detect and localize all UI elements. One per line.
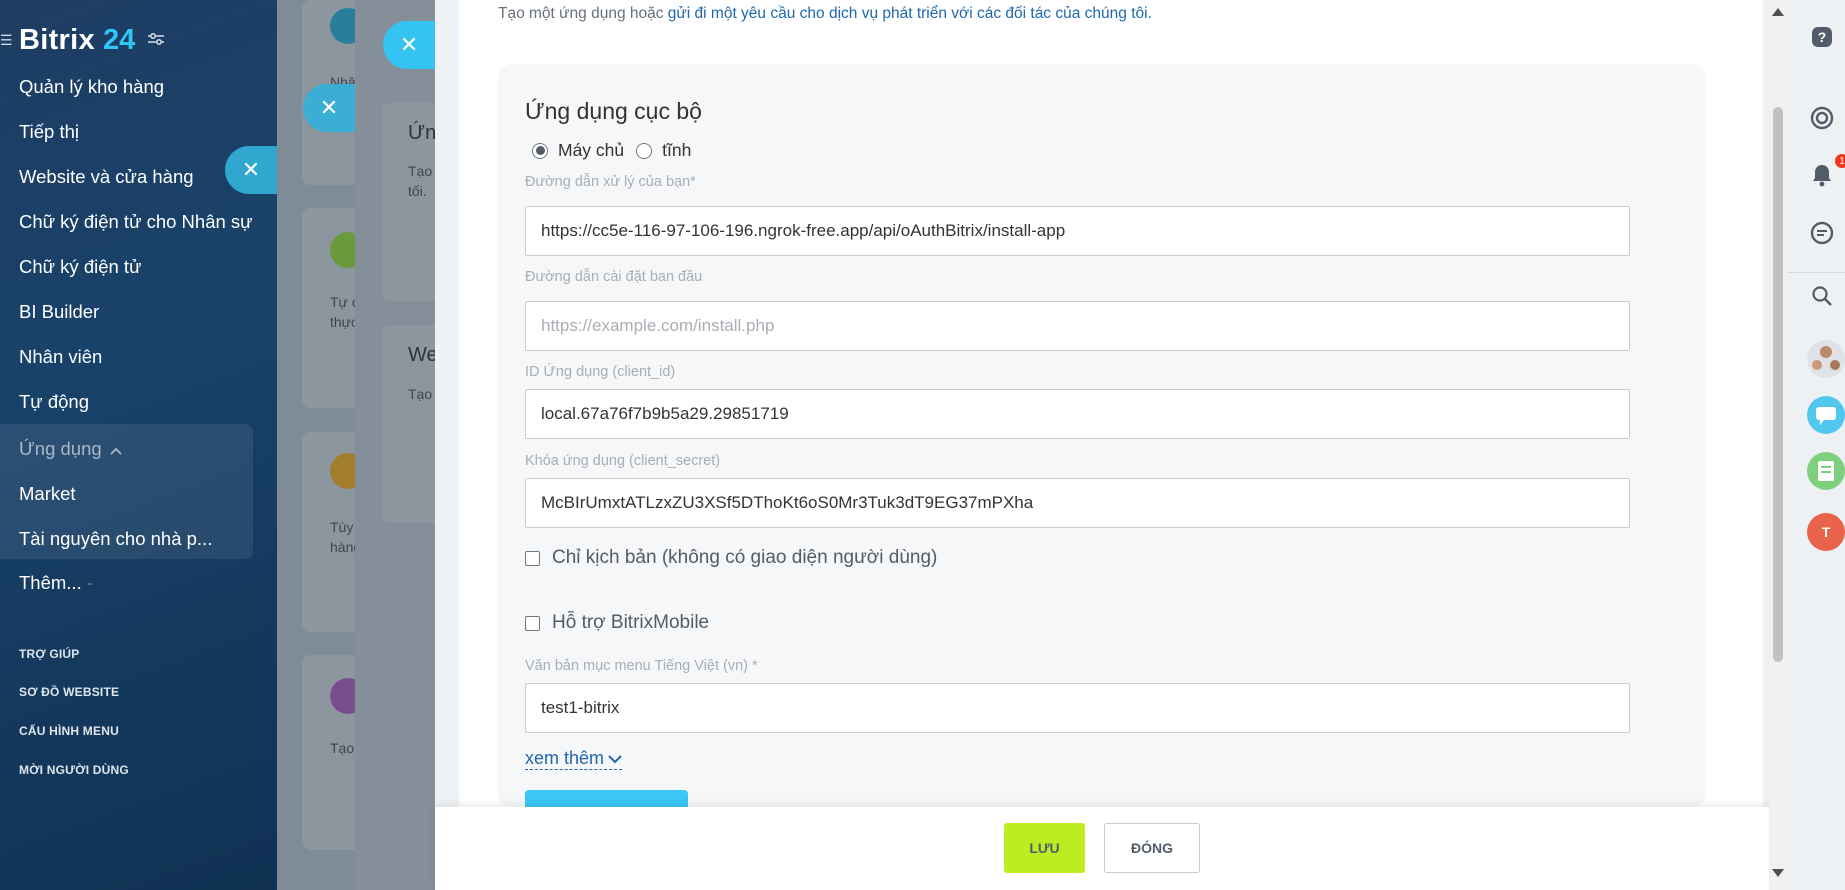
search-icon[interactable] bbox=[1807, 281, 1837, 311]
client-secret-label: Khóa ứng dụng (client_secret) bbox=[525, 453, 721, 469]
script-only-checkbox-row[interactable]: Chỉ kịch bản (không có giao diện người d… bbox=[525, 547, 937, 569]
sidebar-more-label: Thêm... bbox=[19, 572, 82, 593]
user-avatar[interactable]: T bbox=[1807, 513, 1845, 551]
radio-server-label[interactable]: Máy chủ bbox=[558, 140, 624, 161]
slider-close-button[interactable]: ✕ bbox=[225, 146, 277, 194]
sidebar-item-market[interactable]: Market bbox=[19, 483, 76, 505]
scroll-thumb[interactable] bbox=[1773, 107, 1783, 662]
partner-request-link[interactable]: gửi đi một yêu cầu cho dịch vụ phát triể… bbox=[668, 5, 1152, 22]
sidebar-item-warehouse[interactable]: Quản lý kho hàng bbox=[19, 76, 164, 98]
notifications-bell-icon[interactable] bbox=[1807, 160, 1837, 190]
sidebar-item-sites-stores[interactable]: Website và cửa hàng bbox=[19, 166, 194, 188]
chat-icon[interactable] bbox=[1807, 218, 1837, 248]
install-path-label: Đường dẫn cài đặt ban đầu bbox=[525, 269, 703, 285]
footer-link-help[interactable]: TRỢ GIÚP bbox=[19, 647, 80, 661]
bg-text: tối. bbox=[408, 183, 427, 199]
svg-text:?: ? bbox=[1818, 29, 1827, 45]
handler-path-input[interactable]: https://cc5e-116-97-106-196.ngrok-free.a… bbox=[525, 206, 1630, 256]
tasks-list-icon[interactable] bbox=[1807, 452, 1845, 490]
sidebar-item-automation[interactable]: Tự động bbox=[19, 391, 89, 413]
bg-text: Tạo bbox=[330, 740, 355, 756]
close-icon: ✕ bbox=[241, 157, 261, 182]
script-only-label[interactable]: Chỉ kịch bản (không có giao diện người d… bbox=[552, 547, 937, 569]
scroll-down-arrow-icon[interactable] bbox=[1772, 869, 1784, 877]
chevron-down-icon bbox=[608, 748, 622, 769]
footer-link-invite-users[interactable]: MỜI NGƯỜI DÙNG bbox=[19, 763, 129, 777]
bottom-action-bar: LƯU ĐÓNG bbox=[435, 807, 1787, 890]
bitrix-mobile-checkbox[interactable] bbox=[525, 615, 540, 631]
sidebar-item-employees[interactable]: Nhân viên bbox=[19, 346, 102, 368]
sidebar-item-marketing[interactable]: Tiếp thị bbox=[19, 121, 79, 143]
sidebar-item-more[interactable]: Thêm... - bbox=[19, 572, 92, 594]
slider-close-button[interactable]: ✕ bbox=[303, 84, 355, 132]
sidebar-apps-label: Ứng dụng bbox=[19, 438, 102, 459]
close-icon: ✕ bbox=[319, 95, 339, 120]
show-more-label[interactable]: xem thêm bbox=[525, 748, 604, 769]
footer-link-sitemap[interactable]: SƠ ĐỒ WEBSITE bbox=[19, 685, 119, 699]
radio-static-label[interactable]: tĩnh bbox=[662, 140, 691, 161]
intro-text: Tạo một ứng dụng hoặc gửi đi một yêu cầu… bbox=[498, 5, 1152, 23]
client-id-label: ID Ứng dụng (client_id) bbox=[525, 364, 676, 380]
radio-static[interactable] bbox=[636, 142, 653, 159]
client-id-input[interactable]: local.67a76f7b9b5a29.29851719 bbox=[525, 389, 1630, 439]
left-sidebar: ☰ Bitrix 24 Quản lý kho hàng Tiếp thị We… bbox=[0, 0, 277, 890]
save-button[interactable]: LƯU bbox=[1004, 823, 1085, 873]
bitrix-mobile-label[interactable]: Hỗ trợ BitrixMobile bbox=[552, 612, 709, 634]
menu-text-label: Văn bản mục menu Tiếng Việt (vn) * bbox=[525, 658, 758, 674]
activity-stream-icon[interactable] bbox=[1807, 103, 1837, 133]
settings-sliders-icon[interactable] bbox=[147, 30, 165, 51]
sidebar-item-dev-resources[interactable]: Tài nguyên cho nhà p... bbox=[19, 528, 212, 550]
chevron-up-icon bbox=[110, 438, 122, 460]
script-only-checkbox[interactable] bbox=[525, 550, 540, 566]
help-icon[interactable]: ? bbox=[1807, 22, 1837, 52]
notification-count-badge: 1 bbox=[1835, 154, 1845, 168]
install-path-input[interactable]: https://example.com/install.php bbox=[525, 301, 1630, 351]
local-app-slider: Tạo một ứng dụng hoặc gửi đi một yêu cầu… bbox=[435, 0, 1787, 890]
app-type-radio-group: Máy chủ tĩnh bbox=[532, 140, 691, 161]
form-title: Ứng dụng cục bộ bbox=[525, 98, 702, 124]
group-avatar[interactable] bbox=[1807, 340, 1845, 378]
close-button[interactable]: ĐÓNG bbox=[1104, 823, 1200, 873]
bg-title: We bbox=[408, 344, 438, 366]
rail-divider bbox=[1787, 272, 1845, 273]
bg-title: Ứn bbox=[408, 122, 437, 144]
footer-link-menu-config[interactable]: CẤU HÌNH MENU bbox=[19, 724, 119, 738]
sidebar-item-bi-builder[interactable]: BI Builder bbox=[19, 301, 99, 323]
bg-text: Tạo bbox=[408, 386, 433, 402]
handler-path-label: Đường dẫn xử lý của bạn* bbox=[525, 174, 696, 190]
bg-text: Tạo bbox=[408, 163, 433, 179]
show-more-link[interactable]: xem thêm bbox=[525, 748, 623, 770]
brand-number: 24 bbox=[102, 23, 136, 56]
open-channels-icon[interactable] bbox=[1807, 396, 1845, 434]
slider-close-button[interactable]: ✕ bbox=[383, 21, 435, 69]
scroll-up-arrow-icon[interactable] bbox=[1772, 8, 1784, 16]
bg-text: thực bbox=[330, 314, 359, 330]
sidebar-item-hr-esign[interactable]: Chữ ký điện tử cho Nhân sự bbox=[19, 211, 253, 233]
menu-burger-icon[interactable]: ☰ bbox=[0, 32, 13, 49]
brand-name: Bitrix bbox=[19, 23, 95, 56]
logo[interactable]: ☰ Bitrix 24 bbox=[0, 22, 165, 58]
right-rail: ? 1 T bbox=[1787, 0, 1845, 890]
more-dash-icon: - bbox=[87, 576, 92, 590]
radio-server[interactable] bbox=[532, 142, 548, 159]
bitrix-mobile-checkbox-row[interactable]: Hỗ trợ BitrixMobile bbox=[525, 612, 709, 634]
sidebar-item-apps[interactable]: Ứng dụng bbox=[19, 438, 122, 460]
client-secret-input[interactable]: McBIrUmxtATLzxZU3XSf5DThoKt6oS0Mr3Tuk3dT… bbox=[525, 478, 1630, 528]
vertical-scrollbar[interactable] bbox=[1769, 0, 1787, 890]
close-icon: ✕ bbox=[399, 32, 419, 57]
intro-prefix: Tạo một ứng dụng hoặc bbox=[498, 5, 668, 22]
menu-text-input[interactable]: test1-bitrix bbox=[525, 683, 1630, 733]
sidebar-item-esign[interactable]: Chữ ký điện tử bbox=[19, 256, 141, 278]
bg-text: Tùy bbox=[330, 519, 354, 535]
